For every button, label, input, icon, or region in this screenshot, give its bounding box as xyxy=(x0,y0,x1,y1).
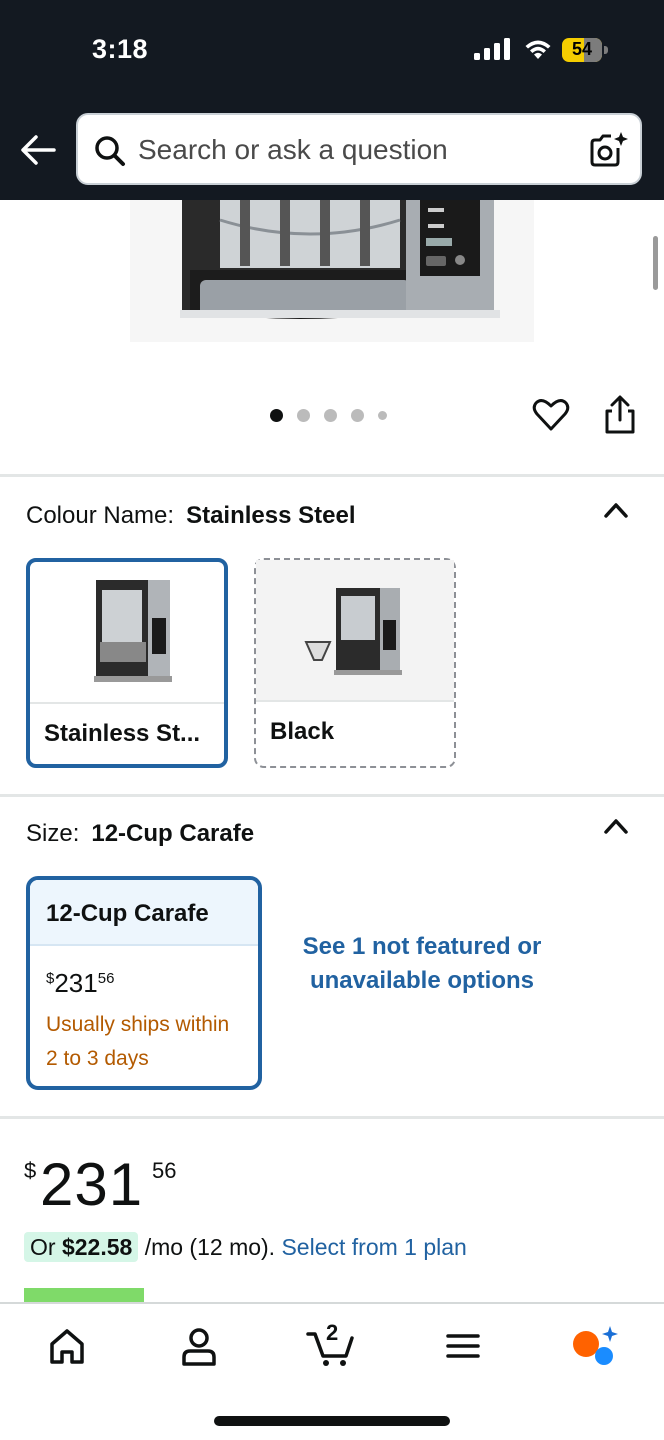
partially-hidden-row xyxy=(24,1288,644,1302)
pagination-dot-1[interactable] xyxy=(270,408,283,422)
account-icon[interactable] xyxy=(180,1324,218,1368)
colour-label: Colour Name: Stainless Steel xyxy=(26,502,355,530)
swatch-image xyxy=(256,560,454,702)
size-selected-value: 12-Cup Carafe xyxy=(91,820,255,847)
top-bar: 3:18 54 xyxy=(0,0,664,200)
coffee-maker-thumbnail xyxy=(94,580,172,682)
coffee-maker-image xyxy=(180,200,500,319)
divider xyxy=(0,1116,664,1119)
cellular-signal-icon xyxy=(474,38,510,60)
pagination-dot-3[interactable] xyxy=(324,408,337,422)
rufus-assistant-icon[interactable] xyxy=(570,1324,618,1368)
image-pagination[interactable] xyxy=(270,406,387,424)
shipping-estimate: Usually ships within 2 to 3 days xyxy=(46,1013,230,1070)
colour-selected-value: Stainless Steel xyxy=(186,502,356,529)
see-not-featured-options-link[interactable]: See 1 not featured or unavailable option… xyxy=(296,930,548,998)
camera-search-icon[interactable] xyxy=(588,131,628,169)
home-indicator[interactable] xyxy=(214,1416,450,1426)
wifi-icon xyxy=(525,40,551,59)
installment-amount: $22.58 xyxy=(61,1234,133,1260)
installment-amount-badge: Or $22.58 xyxy=(24,1232,139,1262)
colour-option-label: Black xyxy=(270,718,335,745)
share-icon[interactable] xyxy=(602,394,638,436)
back-arrow-icon[interactable] xyxy=(18,132,58,168)
divider xyxy=(0,794,664,797)
size-option-header: 12-Cup Carafe xyxy=(30,880,258,946)
size-option-12-cup-carafe[interactable]: 12-Cup Carafe $23156 Usually ships withi… xyxy=(26,876,262,1090)
size-option-price: $23156 xyxy=(46,968,114,999)
colour-label-text: Colour Name: xyxy=(26,502,175,529)
price-currency: $ xyxy=(46,970,55,987)
size-label-text: Size: xyxy=(26,820,80,847)
divider xyxy=(0,474,664,477)
pagination-dot-5[interactable] xyxy=(378,410,387,420)
cart-count: 2 xyxy=(326,1320,339,1345)
scroll-indicator[interactable] xyxy=(653,236,658,290)
chevron-up-icon[interactable] xyxy=(602,500,630,520)
installment-term: /mo (12 mo). xyxy=(144,1234,276,1260)
size-label: Size: 12-Cup Carafe xyxy=(26,820,254,848)
main-price-currency: $ xyxy=(24,1158,37,1183)
pagination-dot-2[interactable] xyxy=(297,408,310,422)
installment-offer: Or $22.58 /mo (12 mo). Select from 1 pla… xyxy=(24,1232,467,1262)
price-whole: 231 xyxy=(54,968,98,998)
pagination-dot-4[interactable] xyxy=(351,408,364,422)
product-image[interactable] xyxy=(130,200,534,342)
battery-level: 54 xyxy=(571,39,593,59)
coffee-maker-thumbnail xyxy=(304,588,402,675)
heart-icon[interactable] xyxy=(532,396,570,434)
size-option-name: 12-Cup Carafe xyxy=(46,900,209,927)
colour-option-label: Stainless St... xyxy=(44,720,201,747)
installment-prefix: Or xyxy=(30,1234,56,1260)
home-icon[interactable] xyxy=(48,1324,86,1368)
menu-icon[interactable] xyxy=(446,1324,480,1368)
price-fraction: 56 xyxy=(97,970,115,987)
select-plan-link[interactable]: Select from 1 plan xyxy=(281,1234,466,1260)
main-price-fraction: 56 xyxy=(152,1158,177,1183)
search-input[interactable] xyxy=(138,129,568,171)
partially-hidden-badge xyxy=(24,1288,144,1302)
search-bar[interactable] xyxy=(76,113,642,185)
chevron-up-icon[interactable] xyxy=(602,816,630,836)
battery-icon: 54 xyxy=(562,38,608,62)
main-price-whole: 231 xyxy=(40,1151,144,1218)
cart-icon[interactable]: 2 xyxy=(306,1320,356,1368)
colour-option-stainless-steel[interactable]: Stainless St... xyxy=(26,558,228,768)
colour-option-black[interactable]: Black xyxy=(254,558,456,768)
status-time: 3:18 xyxy=(92,34,149,64)
swatch-image xyxy=(30,562,224,704)
search-icon xyxy=(95,136,125,166)
